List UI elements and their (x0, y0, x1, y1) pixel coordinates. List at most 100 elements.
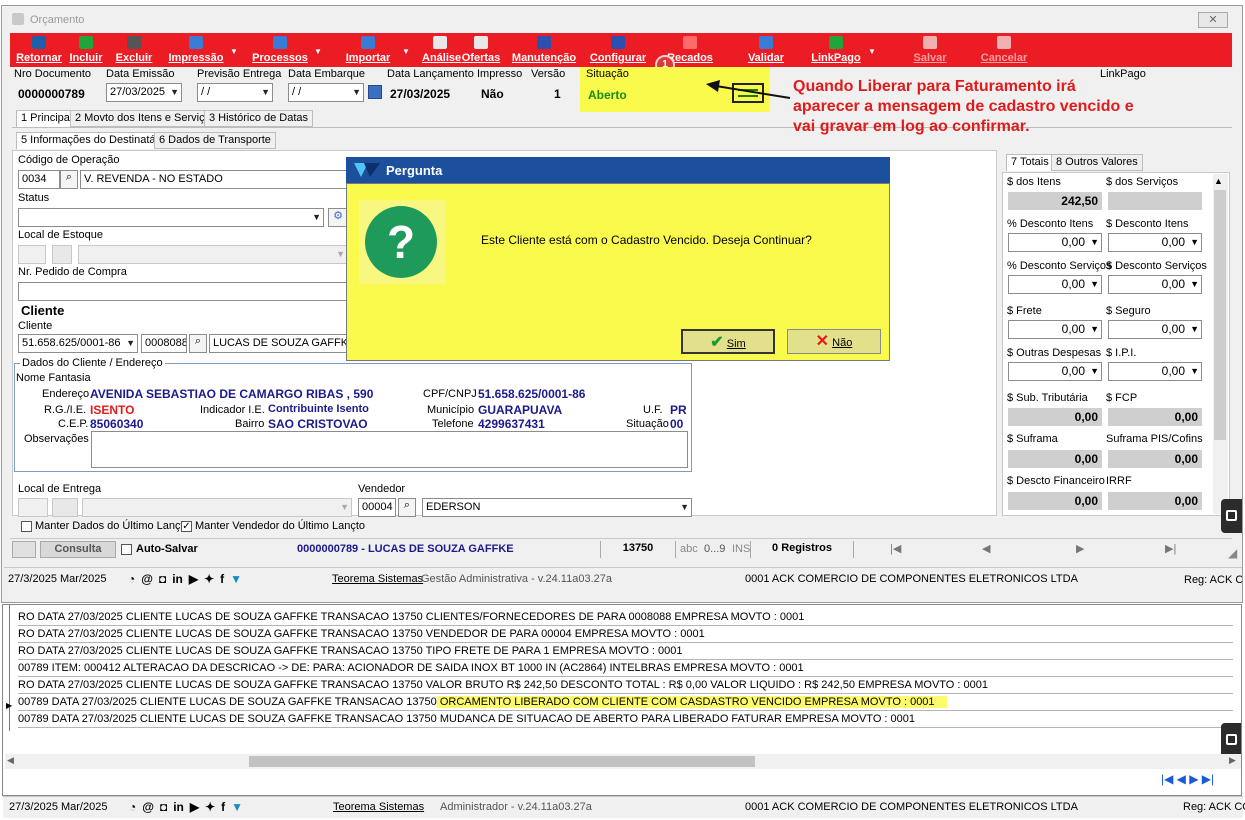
twitter-icon[interactable]: ✦ (205, 800, 215, 814)
log-row[interactable]: RO DATA 27/03/2025 CLIENTE LUCAS DE SOUZ… (18, 626, 1233, 643)
manter-dados-checkbox[interactable] (21, 521, 32, 532)
prev-record-icon[interactable]: ◀ (982, 542, 990, 555)
scroll-thumb[interactable] (249, 756, 755, 767)
tab-totais[interactable]: 7 Totais (1006, 154, 1054, 171)
chevron-down-icon[interactable]: ▼ (126, 335, 135, 352)
at-icon[interactable]: @ (142, 800, 154, 814)
linkedin-icon[interactable]: in (172, 572, 183, 586)
seguro-field[interactable]: 0,00 ▼ (1108, 320, 1202, 339)
log-row[interactable]: RO DATA 27/03/2025 CLIENTE LUCAS DE SOUZ… (18, 609, 1233, 626)
first-record-icon[interactable]: |◀ (890, 542, 901, 555)
grid-icon[interactable] (12, 541, 36, 558)
desc-serv-field[interactable]: 0,00 ▼ (1108, 275, 1202, 294)
chevron-up-icon[interactable]: ▲ (1214, 176, 1223, 186)
teorema-logo-icon[interactable]: ▼ (231, 800, 243, 814)
processos-button[interactable]: Processos (242, 33, 318, 67)
side-handle-icon[interactable] (1221, 723, 1241, 757)
impressao-button[interactable]: Impressão (158, 33, 234, 67)
log-row[interactable]: 00789 DATA 27/03/2025 CLIENTE LUCAS DE S… (18, 694, 1233, 711)
manter-vendedor-checkbox[interactable]: ✓ (181, 521, 192, 532)
auto-salvar-checkbox[interactable] (121, 544, 132, 555)
salvar-button[interactable]: Salvar (906, 33, 954, 67)
chevron-down-icon[interactable]: ▼ (680, 499, 689, 516)
log-row[interactable]: 00789 DATA 27/03/2025 CLIENTE LUCAS DE S… (18, 711, 1233, 728)
chevron-down-icon[interactable]: ▼ (1090, 234, 1099, 251)
instagram-icon[interactable]: ◘ (160, 800, 167, 814)
resize-grip-icon[interactable]: ◢ (1228, 546, 1237, 560)
search-icon[interactable]: ⌕ (60, 170, 78, 189)
chevron-down-icon[interactable]: ▼ (314, 47, 322, 56)
log-row[interactable]: RO DATA 27/03/2025 CLIENTE LUCAS DE SOUZ… (18, 677, 1233, 694)
desc-itens-pct-field[interactable]: 0,00 ▼ (1008, 233, 1102, 252)
last-record-icon[interactable]: ▶| (1165, 542, 1176, 555)
log-row[interactable]: 00789 ITEM: 000412 ALTERACAO DA DESCRICA… (18, 660, 1233, 677)
chevron-down-icon[interactable]: ▼ (1190, 321, 1199, 338)
status-select[interactable]: ▼ (18, 208, 324, 227)
chevron-down-icon[interactable]: ▼ (312, 209, 321, 226)
youtube-icon[interactable]: ▶ (190, 800, 199, 814)
observacoes-field[interactable] (91, 431, 688, 468)
facebook-icon[interactable]: f (220, 572, 224, 586)
chevron-down-icon[interactable]: ▼ (1190, 363, 1199, 380)
search-icon[interactable]: ⌕ (189, 334, 207, 353)
validar-button[interactable]: Validar (746, 33, 786, 67)
chevron-down-icon[interactable]: ▼ (170, 84, 179, 101)
calendar-icon[interactable] (368, 85, 382, 99)
vendedor-select[interactable]: EDERSON ▼ (422, 498, 692, 517)
next-record-icon[interactable]: ▶ (1076, 542, 1084, 555)
codigo-operacao-field[interactable]: 0034 (18, 170, 60, 189)
sim-button[interactable]: ✔ Sim (681, 329, 775, 354)
chevron-down-icon[interactable]: ▼ (1090, 363, 1099, 380)
tab-movto-itens[interactable]: 2 Movto dos Itens e Serviços (70, 110, 222, 127)
cliente-nome-field[interactable]: LUCAS DE SOUZA GAFFKE (209, 334, 348, 353)
search-icon[interactable] (52, 498, 78, 517)
outras-despesas-field[interactable]: 0,00 ▼ (1008, 362, 1102, 381)
consulta-button[interactable]: Consulta (40, 541, 116, 558)
gear-icon[interactable]: ⚙ (328, 208, 348, 227)
desc-itens-field[interactable]: 0,00 ▼ (1108, 233, 1202, 252)
cliente-codigo-field[interactable]: 0008088 (141, 334, 187, 353)
ofertas-button[interactable]: Ofertas (458, 33, 504, 67)
data-emissao-field[interactable]: 27/03/2025 ▼ (106, 83, 182, 102)
local-entrega-cod-field[interactable] (18, 498, 48, 517)
headset-icon[interactable]: ◔ (129, 800, 136, 814)
chevron-down-icon[interactable]: ▼ (1090, 321, 1099, 338)
chevron-down-icon[interactable]: ▼ (1090, 276, 1099, 293)
scroll-right-icon[interactable]: ▶ (1229, 755, 1236, 766)
chevron-down-icon[interactable]: ▼ (402, 47, 410, 56)
totals-scrollbar[interactable]: ▲ (1213, 174, 1228, 514)
chevron-down-icon[interactable]: ▼ (868, 47, 876, 56)
chevron-down-icon[interactable]: ▼ (230, 47, 238, 56)
cliente-cnpj-field[interactable]: 51.658.625/0001-86 ▼ (18, 334, 138, 353)
facebook-icon[interactable]: f (221, 800, 225, 814)
data-embarque-field[interactable]: / / ▼ (288, 83, 364, 102)
at-icon[interactable]: @ (141, 572, 153, 586)
vendedor-cod-field[interactable]: 00004 (358, 498, 396, 517)
scroll-left-icon[interactable]: ◀ (7, 755, 14, 766)
scroll-thumb[interactable] (1214, 190, 1226, 440)
excluir-button[interactable]: Excluir (114, 33, 154, 67)
chevron-down-icon[interactable]: ▼ (336, 246, 345, 263)
desc-serv-pct-field[interactable]: 0,00 ▼ (1008, 275, 1102, 294)
log-horizontal-scrollbar[interactable]: ◀ ▶ (5, 754, 1241, 769)
tab-dados-transporte[interactable]: 6 Dados de Transporte (154, 132, 276, 149)
tab-principal[interactable]: 1 Principal (16, 110, 78, 127)
close-button[interactable]: ✕ (1198, 12, 1228, 28)
tab-informacoes-destinatario[interactable]: 5 Informações do Destinatário (16, 132, 173, 149)
twitter-icon[interactable]: ✦ (204, 572, 214, 586)
manutencao-button[interactable]: Manutenção (508, 33, 580, 67)
tab-historico[interactable]: 3 Histórico de Datas (204, 110, 314, 127)
teorema-logo-icon[interactable]: ▼ (230, 572, 242, 586)
chevron-down-icon[interactable]: ▼ (1190, 234, 1199, 251)
nao-button[interactable]: ✕ Não (787, 329, 881, 354)
chevron-down-icon[interactable]: ▼ (1190, 276, 1199, 293)
previsao-entrega-field[interactable]: / / ▼ (197, 83, 273, 102)
local-estoque-cod-field[interactable] (18, 245, 46, 264)
headset-icon[interactable]: ◔ (128, 572, 135, 586)
chevron-down-icon[interactable]: ▼ (352, 84, 361, 101)
analise-button[interactable]: Análise (422, 33, 461, 67)
operacao-desc-field[interactable]: V. REVENDA - NO ESTADO (80, 170, 348, 189)
retornar-button[interactable]: Retornar (14, 33, 64, 67)
side-handle-icon[interactable] (1221, 499, 1242, 533)
ipi-field[interactable]: 0,00 ▼ (1108, 362, 1202, 381)
